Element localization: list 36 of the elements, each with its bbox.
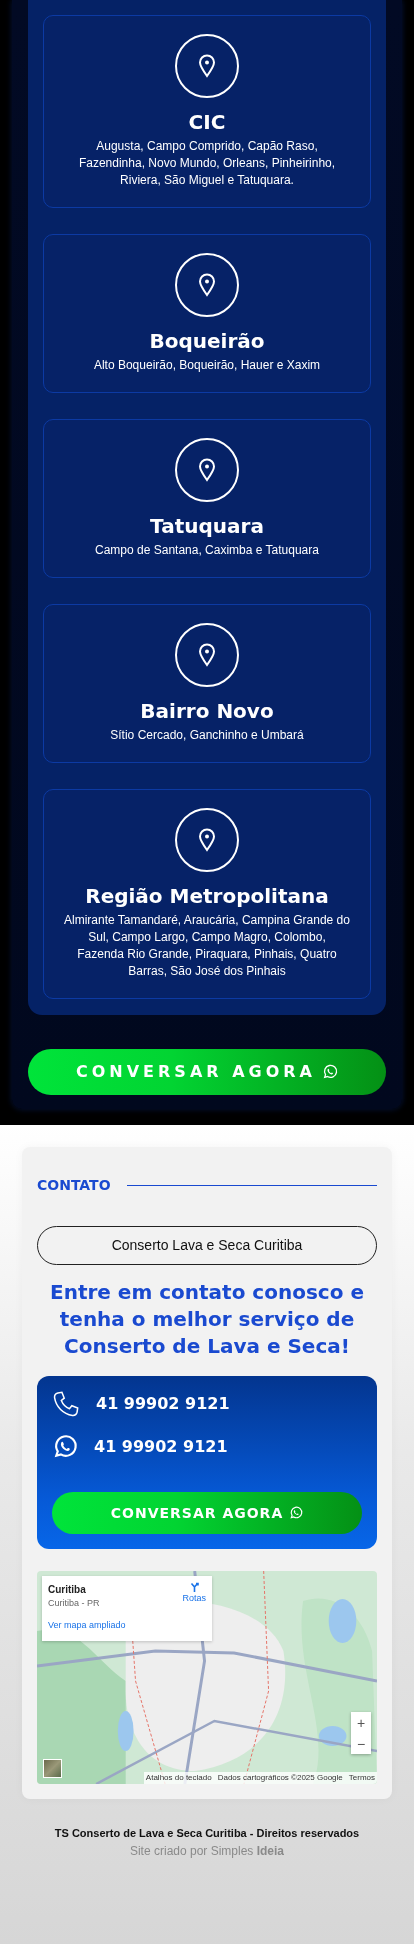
location-pin-icon [198, 643, 216, 667]
area-title: CIC [187, 110, 227, 134]
area-neighborhoods: Campo de Santana, Caximba e Tatuquara [94, 542, 320, 559]
larger-map-link[interactable]: Ver mapa ampliado [48, 1618, 126, 1632]
directions-icon [189, 1582, 199, 1592]
location-pin-icon [198, 458, 216, 482]
location-pin-icon [198, 828, 216, 852]
area-neighborhoods: Augusta, Campo Comprido, Capão Raso, Fazendinha, Novo Mundo, Orleans, Pinheirinho, Riviera, São Miguel e Tatuquara. [77, 138, 337, 189]
area-title: Região Metropolitana [84, 884, 330, 908]
whatsapp-icon [322, 1064, 338, 1080]
credit-text: Site criado por Simples Ideia [128, 1842, 286, 1860]
directions-button[interactable]: Rotas [182, 1582, 206, 1635]
place-region: Curitiba - PR [48, 1597, 101, 1610]
location-pin-icon [198, 54, 216, 78]
zoom-out-button[interactable]: − [351, 1733, 371, 1754]
copyright-text: TS Conserto de Lava e Seca Curitiba - Direitos reservados [53, 1826, 361, 1841]
whatsapp-icon [289, 1506, 304, 1520]
area-title: Bairro Novo [139, 699, 275, 723]
zoom-in-button[interactable]: + [351, 1712, 371, 1733]
area-neighborhoods: Sítio Cercado, Ganchinho e Umbará [109, 727, 305, 744]
map-attribution-link[interactable]: Dados cartográficos ©2025 Google [217, 1772, 343, 1784]
area-neighborhoods: Almirante Tamandaré, Araucária, Campina Grande do Sul, Campo Largo, Campo Magro, Colombo, Fazenda Rio Grande, Piraquara, Pinhais, Quatro Barras, São José dos Pinhais [63, 912, 351, 980]
map-attribution-link[interactable]: Atalhos do teclado [145, 1772, 212, 1784]
area-neighborhoods: Alto Boqueirão, Boqueirão, Hauer e Xaxim [92, 357, 322, 374]
area-title: Tatuquara [149, 514, 265, 538]
place-name: Curitiba [48, 1583, 87, 1597]
phone-icon [52, 1390, 80, 1418]
satellite-view-button[interactable] [43, 1759, 62, 1778]
phone-number[interactable]: 41 99902 9121 [96, 1392, 230, 1416]
contact-headline: Entre em contato conosco e tenha o melhor serviço de Conserto de Lava e Seca! [49, 1279, 365, 1360]
section-label: CONTATO [37, 1176, 111, 1195]
whatsapp-icon [52, 1434, 78, 1460]
phone-number[interactable]: 41 99902 9121 [94, 1435, 228, 1459]
location-pin-icon [198, 273, 216, 297]
area-title: Boqueirão [148, 329, 266, 353]
map-attribution-link[interactable]: Termos [348, 1772, 375, 1784]
